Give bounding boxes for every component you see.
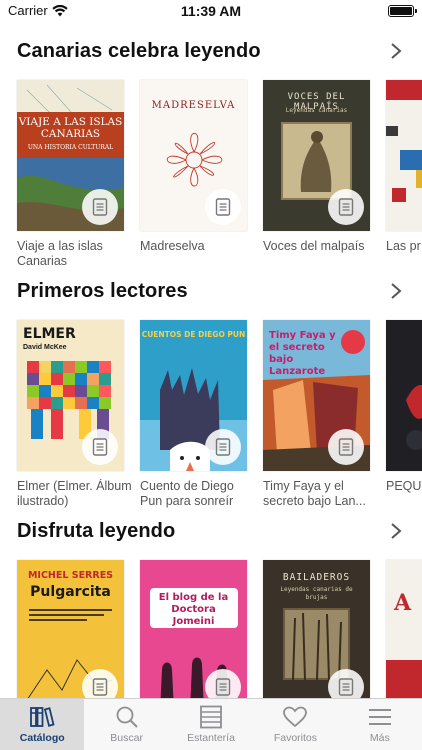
book-icon — [338, 198, 354, 216]
book-title: Timy Faya y el secreto bajo Lan... — [263, 479, 366, 508]
cover-title: Pulgarcita — [30, 584, 111, 600]
heart-icon — [283, 706, 308, 728]
section-header[interactable]: Primeros lectores — [0, 270, 422, 312]
book-cover[interactable]: ELMER David McKee — [17, 320, 124, 471]
books-icon — [30, 707, 55, 727]
reader-badge — [82, 669, 118, 700]
book-icon — [92, 198, 108, 216]
tab-label: Catálogo — [19, 732, 65, 744]
tab-label: Favoritos — [273, 732, 318, 744]
book-cover[interactable]: A — [386, 560, 422, 700]
tab-catalogo[interactable]: Catálogo — [0, 699, 85, 750]
reader-badge — [205, 189, 241, 225]
book-title: Las pr de Ma — [386, 239, 422, 253]
book-item[interactable]: El blog de la Doctora Jomeini — [140, 560, 247, 700]
book-cover[interactable]: El blog de la Doctora Jomeini — [140, 560, 247, 700]
reader-badge — [82, 189, 118, 225]
chevron-right-icon[interactable] — [390, 42, 402, 60]
cover-subtitle: Leyendas canarias — [285, 107, 348, 114]
tab-label: Más — [369, 732, 390, 744]
book-cover[interactable] — [386, 320, 422, 471]
book-item[interactable]: BAILADEROS Leyendas canarias de brujas — [263, 560, 370, 700]
reader-badge — [328, 669, 364, 700]
book-item[interactable]: Timy Faya y el secreto bajo Lanzarote Ti… — [263, 320, 370, 509]
section-header[interactable]: Canarias celebra leyendo — [0, 30, 422, 72]
book-cover[interactable]: VIAJE A LAS ISLAS CANARIAS UNA HISTORIA … — [17, 80, 124, 231]
book-cover[interactable]: BAILADEROS Leyendas canarias de brujas — [263, 560, 370, 700]
book-carousel[interactable]: ELMER David McKee Elmer (Elmer. Álbum il… — [17, 320, 422, 510]
book-title: Cuento de Diego Pun para sonreír — [140, 479, 234, 508]
cover-title: MADRESELVA — [151, 100, 236, 111]
book-item[interactable]: MICHEL SERRES Pulgarcita — [17, 560, 124, 700]
book-carousel[interactable]: MICHEL SERRES Pulgarcita El blog de la D… — [17, 560, 422, 700]
reader-badge — [82, 429, 118, 465]
menu-icon — [368, 709, 391, 725]
battery-icon — [388, 5, 417, 17]
book-title: Elmer (Elmer. Álbum ilustrado) — [17, 479, 132, 508]
cover-title: BAILADEROS — [282, 572, 351, 583]
reader-badge — [205, 669, 241, 700]
book-item[interactable]: A — [386, 560, 422, 700]
cover-subtitle: Leyendas canarias de brujas — [280, 586, 353, 601]
book-carousel[interactable]: VIAJE A LAS ISLAS CANARIAS UNA HISTORIA … — [17, 80, 422, 270]
search-icon — [116, 706, 138, 728]
book-title: Viaje a las islas Canarias — [17, 239, 103, 268]
book-cover[interactable]: VOCES DEL MALPAÍS Leyendas canarias — [263, 80, 370, 231]
cover-title: El blog de la Doctora Jomeini — [158, 592, 229, 627]
book-icon — [92, 678, 108, 696]
book-item[interactable]: ELMER David McKee Elmer (Elmer. Álbum il… — [17, 320, 132, 509]
book-item[interactable]: VIAJE A LAS ISLAS CANARIAS UNA HISTORIA … — [17, 80, 124, 269]
cover-title: VIAJE A LAS ISLAS CANARIAS — [18, 116, 123, 140]
book-item[interactable]: Las pr de Ma — [386, 80, 422, 254]
book-icon — [215, 438, 231, 456]
book-item[interactable]: VOCES DEL MALPAÍS Leyendas canarias Voce… — [263, 80, 370, 254]
section-title: Canarias celebra leyendo — [17, 40, 261, 62]
tab-label: Buscar — [110, 732, 143, 744]
section-title: Primeros lectores — [17, 280, 188, 302]
cover-subtitle: MICHEL SERRES — [27, 570, 114, 581]
reader-badge — [205, 429, 241, 465]
cover-subtitle: UNA HISTORIA CULTURAL — [27, 144, 114, 151]
book-item[interactable]: MADRESELVA Madreselva — [140, 80, 247, 254]
cover-title: ELMER — [23, 326, 76, 342]
cover-title: CUENTOS DE DIEGO PUN — [141, 330, 246, 339]
section-header[interactable]: Disfruta leyendo — [0, 510, 422, 552]
cover-subtitle: David McKee — [23, 344, 67, 351]
section-primeros-lectores: Primeros lectores ELMER David McKee Elme… — [0, 270, 422, 510]
reader-badge — [328, 189, 364, 225]
tab-mas[interactable]: Más — [338, 699, 422, 750]
clock: 11:39 AM — [180, 3, 242, 19]
tab-bar: Catálogo Buscar Estantería Favoritos Más — [0, 698, 422, 750]
tab-label: Estantería — [187, 732, 235, 744]
catalog-content: Canarias celebra leyendo VIAJE A LAS ISL… — [0, 30, 422, 700]
reader-badge — [328, 429, 364, 465]
book-item[interactable]: CUENTOS DE DIEGO PUN Cuento de Diego Pun… — [140, 320, 247, 509]
book-icon — [215, 678, 231, 696]
shelf-icon — [200, 705, 222, 729]
book-item[interactable]: PEQUE GRAN — [386, 320, 422, 494]
chevron-right-icon[interactable] — [390, 282, 402, 300]
tab-favoritos[interactable]: Favoritos — [253, 699, 337, 750]
book-icon — [338, 438, 354, 456]
book-icon — [92, 438, 108, 456]
chevron-right-icon[interactable] — [390, 522, 402, 540]
book-title: PEQUE GRAN — [386, 479, 422, 493]
tab-estanteria[interactable]: Estantería — [169, 699, 253, 750]
book-title: Madreselva — [140, 239, 205, 253]
book-cover[interactable]: MADRESELVA — [140, 80, 247, 231]
tab-buscar[interactable]: Buscar — [84, 699, 168, 750]
section-canarias: Canarias celebra leyendo VIAJE A LAS ISL… — [0, 30, 422, 270]
section-disfruta-leyendo: Disfruta leyendo MICHEL SERRES Pulgarcit… — [0, 510, 422, 700]
book-icon — [215, 198, 231, 216]
book-cover[interactable]: Timy Faya y el secreto bajo Lanzarote — [263, 320, 370, 471]
section-title: Disfruta leyendo — [17, 520, 176, 542]
status-bar: Carrier 11:39 AM — [0, 0, 422, 24]
book-cover[interactable] — [386, 80, 422, 231]
book-title: Voces del malpaís — [263, 239, 365, 253]
book-cover[interactable]: MICHEL SERRES Pulgarcita — [17, 560, 124, 700]
book-icon — [338, 678, 354, 696]
book-cover[interactable]: CUENTOS DE DIEGO PUN — [140, 320, 247, 471]
